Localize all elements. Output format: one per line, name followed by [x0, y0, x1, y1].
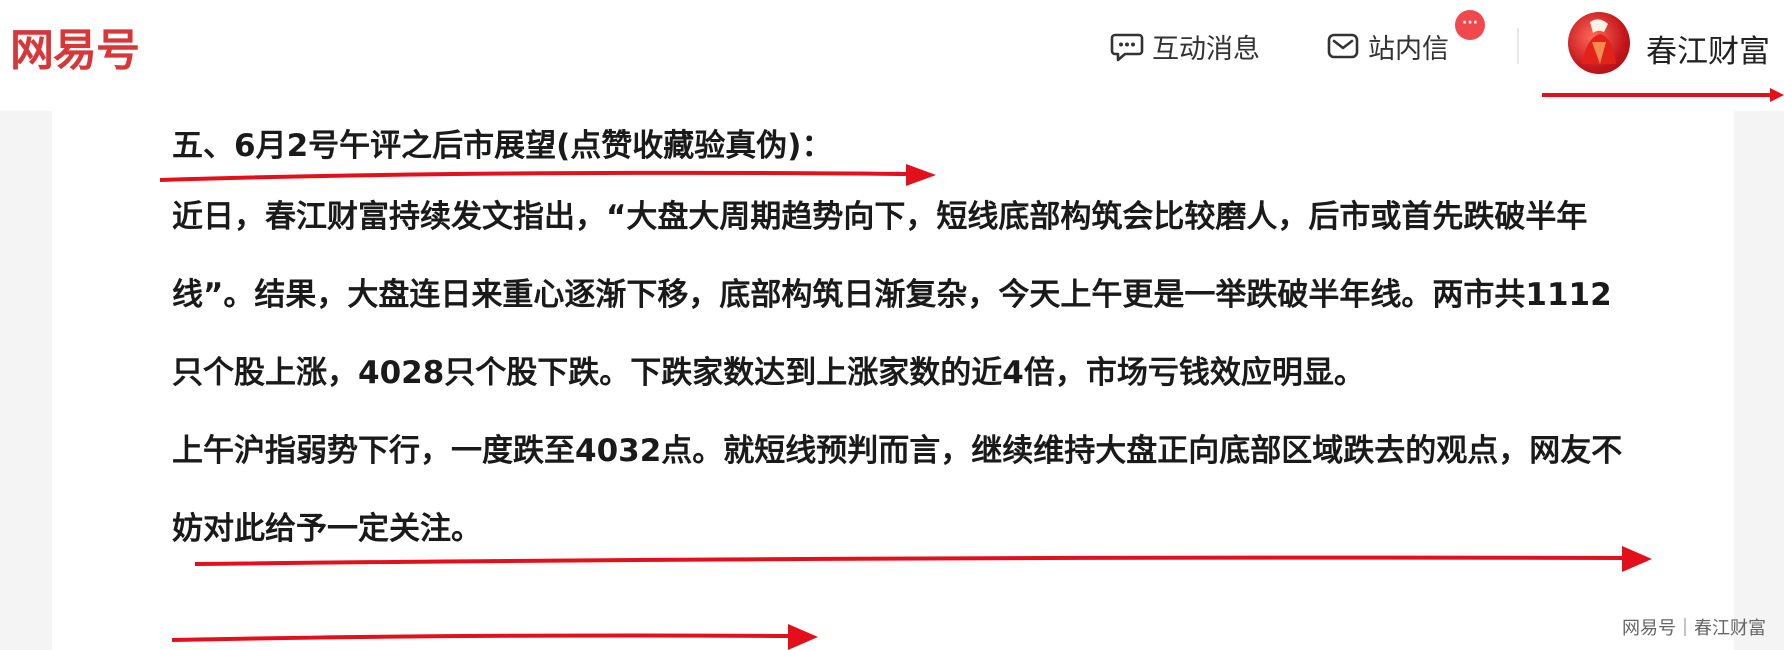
user-avatar[interactable]	[1568, 12, 1630, 74]
inbox-badge: ···	[1455, 10, 1485, 40]
article-body: 五、6月2号午评之后市展望(点赞收藏验真伪)： 近日，春江财富持续发文指出，“大…	[172, 116, 1642, 568]
inbox-link[interactable]: 站内信	[1326, 26, 1449, 66]
paragraph-1: 近日，春江财富持续发文指出，“大盘大周期趋势向下，短线底部构筑会比较磨人，后市或…	[172, 199, 1612, 391]
interactive-messages-link[interactable]: 互动消息	[1110, 26, 1260, 66]
watermark: 网易号｜春江财富	[1622, 618, 1766, 639]
top-header: 网易号 互动消息 站内信 ··· 春江财富	[0, 0, 1784, 111]
paragraph-2: 上午沪指弱势下行，一度跌至4032点。就短线预判而言，继续维持大盘正向底部区域跌…	[172, 433, 1623, 547]
section-heading: 五、6月2号午评之后市展望(点赞收藏验真伪)：	[172, 128, 833, 164]
netease-logo[interactable]: 网易号	[10, 14, 140, 78]
inbox-label: 站内信	[1368, 33, 1449, 65]
avatar-figure-icon	[1582, 19, 1616, 64]
interactive-messages-label: 互动消息	[1152, 33, 1260, 65]
mail-icon	[1327, 33, 1359, 59]
user-name[interactable]: 春江财富	[1646, 26, 1770, 71]
chat-bubble-icon	[1110, 33, 1144, 62]
header-divider	[1517, 28, 1519, 64]
